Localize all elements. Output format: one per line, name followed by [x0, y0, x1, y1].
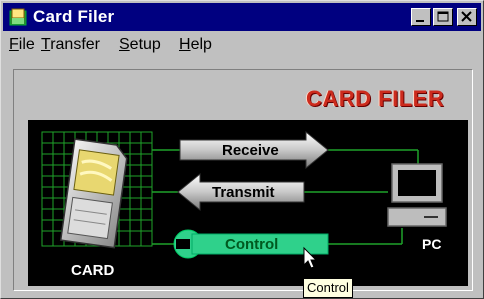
app-card-icon — [9, 8, 27, 26]
pc-label: PC — [422, 236, 441, 252]
receive-label: Receive — [222, 142, 279, 159]
computer-icon — [387, 163, 447, 227]
card-label: CARD — [71, 262, 114, 279]
menu-transfer-label: ransfer — [50, 36, 100, 53]
card-filer-logo: CARD FILER — [306, 86, 445, 111]
window-title: Card Filer — [33, 7, 115, 26]
menu-transfer[interactable]: Transfer — [41, 36, 100, 54]
minimize-icon — [416, 20, 424, 22]
menu-setup[interactable]: Setup — [119, 36, 161, 54]
close-button[interactable] — [457, 8, 477, 26]
menu-help-label: elp — [190, 36, 212, 53]
transmit-label: Transmit — [212, 184, 275, 201]
maximize-icon — [437, 11, 449, 22]
maximize-button[interactable] — [433, 8, 453, 26]
transmit-button[interactable]: Transmit — [177, 172, 305, 212]
menu-file-label: ile — [18, 36, 35, 53]
receive-button[interactable]: Receive — [179, 130, 329, 170]
menu-file-accel: F — [9, 36, 19, 53]
tooltip: Control — [303, 278, 353, 298]
menu-file[interactable]: File — [9, 36, 35, 54]
title-bar[interactable]: Card Filer — [3, 3, 481, 31]
minimize-button[interactable] — [411, 8, 431, 26]
menu-help[interactable]: Help — [179, 36, 212, 54]
control-label: Control — [225, 236, 278, 253]
menu-setup-label: etup — [129, 36, 161, 53]
transfer-panel: CARD Receive Transmit Control PC — [28, 120, 468, 286]
close-icon — [461, 11, 472, 22]
menu-transfer-accel: T — [41, 36, 51, 53]
menu-bar: File Transfer Setup Help — [3, 33, 481, 59]
menu-setup-accel: S — [119, 36, 130, 53]
menu-help-accel: H — [179, 36, 191, 53]
